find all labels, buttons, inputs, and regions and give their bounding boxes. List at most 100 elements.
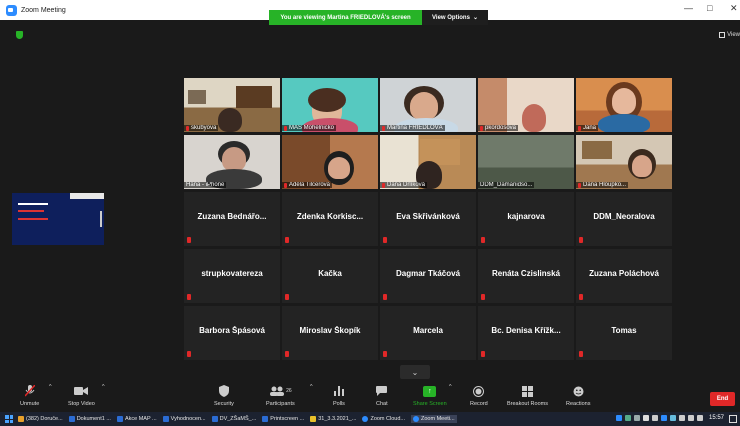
shield-icon[interactable] xyxy=(16,31,23,39)
participant-name-text: MAS Mohelnicko xyxy=(289,125,335,131)
view-button[interactable]: View xyxy=(719,32,740,38)
video-camera-icon xyxy=(74,384,89,398)
word-icon xyxy=(262,416,269,422)
video-tile[interactable]: Hana - iPhone xyxy=(184,135,280,189)
taskbar-clock[interactable]: 15:57 xyxy=(709,415,724,421)
chat-button[interactable]: Chat xyxy=(376,384,388,407)
maximize-button[interactable]: □ xyxy=(707,3,712,13)
shared-screen-thumbnail[interactable] xyxy=(12,193,104,245)
name-tile[interactable]: Barbora Špásová xyxy=(184,306,280,360)
name-tile[interactable]: DDM_Neoralova xyxy=(576,192,672,246)
share-screen-icon-wrap: ↑ xyxy=(423,384,437,398)
notification-icon[interactable] xyxy=(729,415,737,423)
mic-muted-icon xyxy=(480,125,483,131)
security-label: Security xyxy=(214,401,234,407)
participant-name-text: Jana xyxy=(583,125,597,131)
volume-icon[interactable] xyxy=(678,415,685,421)
name-tile[interactable]: Marcela xyxy=(380,306,476,360)
name-tile[interactable]: Miroslav Škopík xyxy=(282,306,378,360)
participant-name: Zdenka Korkisc... xyxy=(296,212,364,221)
name-tile[interactable]: kajnarova xyxy=(478,192,574,246)
record-label: Record xyxy=(470,401,488,407)
taskbar-item[interactable]: 31_3.3.2021_... xyxy=(310,416,356,422)
name-tile[interactable]: Bc. Denisa Křížk... xyxy=(478,306,574,360)
name-tile[interactable]: Zuzana Poláchová xyxy=(576,249,672,303)
record-button[interactable]: Record xyxy=(470,384,488,407)
participant-name-text: DDM_Damanidso... xyxy=(480,182,533,188)
participants-count: 26 xyxy=(286,388,292,394)
audio-options-caret[interactable]: ^ xyxy=(49,384,52,390)
taskbar-item[interactable]: Vyhodnocen... xyxy=(162,416,206,422)
word-icon xyxy=(211,416,218,422)
video-options-caret[interactable]: ^ xyxy=(102,384,105,390)
taskbar-item[interactable]: Printscreen ... xyxy=(262,416,304,422)
app-tray-icon[interactable] xyxy=(669,415,676,421)
taskbar-item[interactable]: Akce MAP ... xyxy=(116,416,157,422)
video-tile[interactable]: Jana xyxy=(576,78,672,132)
share-options-caret[interactable]: ^ xyxy=(449,384,452,390)
unmute-button[interactable]: Unmute xyxy=(20,384,39,407)
name-tile[interactable]: Zdenka Korkisc... xyxy=(282,192,378,246)
name-tile[interactable]: Zuzana Bednářo... xyxy=(184,192,280,246)
record-icon xyxy=(473,384,485,398)
network-icon[interactable] xyxy=(651,415,658,421)
taskbar-item[interactable]: DV_ZŠaMŠ_... xyxy=(211,416,256,422)
name-tile[interactable]: Eva Skřivánková xyxy=(380,192,476,246)
windows-start-icon[interactable] xyxy=(5,415,13,423)
mic-muted-icon xyxy=(481,351,485,357)
thumbnail-line xyxy=(18,203,48,205)
video-tile-active-speaker[interactable]: Martina FRIEDLOVÁ xyxy=(380,78,476,132)
zoom-tray-icon[interactable] xyxy=(615,415,622,421)
end-meeting-button[interactable]: End xyxy=(710,392,735,406)
participant-name: Tomas xyxy=(611,326,637,335)
thumbnail-panel xyxy=(70,193,104,199)
battery-icon[interactable] xyxy=(696,415,703,421)
shield-icon xyxy=(218,384,229,398)
breakout-rooms-button[interactable]: Breakout Rooms xyxy=(507,384,548,407)
wifi-icon[interactable] xyxy=(687,415,694,421)
name-tile[interactable]: Dagmar Tkáčová xyxy=(380,249,476,303)
polls-button[interactable]: Polls xyxy=(333,384,345,407)
stop-video-button[interactable]: Stop Video xyxy=(68,384,95,407)
stop-video-label: Stop Video xyxy=(68,401,95,407)
video-tile[interactable]: Dana Drlíková xyxy=(380,135,476,189)
video-tile[interactable]: DDM_Damanidso... xyxy=(478,135,574,189)
taskbar-item-active[interactable]: Zoom Meeti... xyxy=(411,415,457,423)
app-tray-icon[interactable] xyxy=(660,415,667,421)
participants-options-caret[interactable]: ^ xyxy=(310,384,313,390)
minimize-button[interactable]: — xyxy=(684,3,693,13)
name-tile[interactable]: Renáta Czislinská xyxy=(478,249,574,303)
taskbar-item[interactable]: Zoom Cloud... xyxy=(362,416,405,422)
share-screen-button[interactable]: ↑ Share Screen xyxy=(413,384,447,407)
video-tile[interactable]: skubyova xyxy=(184,78,280,132)
app-tray-icon[interactable] xyxy=(633,415,640,421)
name-tile[interactable]: Kačka xyxy=(282,249,378,303)
word-icon xyxy=(68,416,75,422)
participants-button[interactable]: 26 Participants xyxy=(266,384,295,407)
mic-muted-icon xyxy=(383,351,387,357)
view-options-button[interactable]: View Options ⌄ xyxy=(422,10,488,25)
taskbar-item[interactable]: Dokument1 ... xyxy=(68,416,111,422)
video-tile[interactable]: Adéla Tilcerová xyxy=(282,135,378,189)
close-button[interactable]: ✕ xyxy=(730,3,738,14)
cloud-icon[interactable] xyxy=(642,415,649,421)
zoom-icon xyxy=(362,416,369,422)
taskbar-item-label: Zoom Meeti... xyxy=(421,416,455,422)
zoom-window: Zoom Meeting — □ ✕ You are viewing Marti… xyxy=(0,0,740,426)
name-tile[interactable]: strupkovatereza xyxy=(184,249,280,303)
participants-label: Participants xyxy=(266,401,295,407)
app-tray-icon[interactable] xyxy=(624,415,631,421)
video-tile[interactable]: Dana Hloupko... xyxy=(576,135,672,189)
participant-name-text: pkordosova xyxy=(485,125,517,131)
reactions-button[interactable]: Reactions xyxy=(566,384,590,407)
name-tile[interactable]: Tomas xyxy=(576,306,672,360)
participant-name: strupkovatereza xyxy=(201,269,263,278)
taskbar-item[interactable]: (382) Doruče... xyxy=(18,416,63,422)
video-tile[interactable]: pkordosova xyxy=(478,78,574,132)
security-button[interactable]: Security xyxy=(214,384,234,407)
participant-name: Hana - iPhone xyxy=(184,182,227,188)
smiley-icon xyxy=(573,384,584,398)
video-tile[interactable]: MAS Mohelnicko xyxy=(282,78,378,132)
show-more-chevron-button[interactable]: ⌄ xyxy=(400,365,430,379)
participant-name: kajnarova xyxy=(507,212,545,221)
